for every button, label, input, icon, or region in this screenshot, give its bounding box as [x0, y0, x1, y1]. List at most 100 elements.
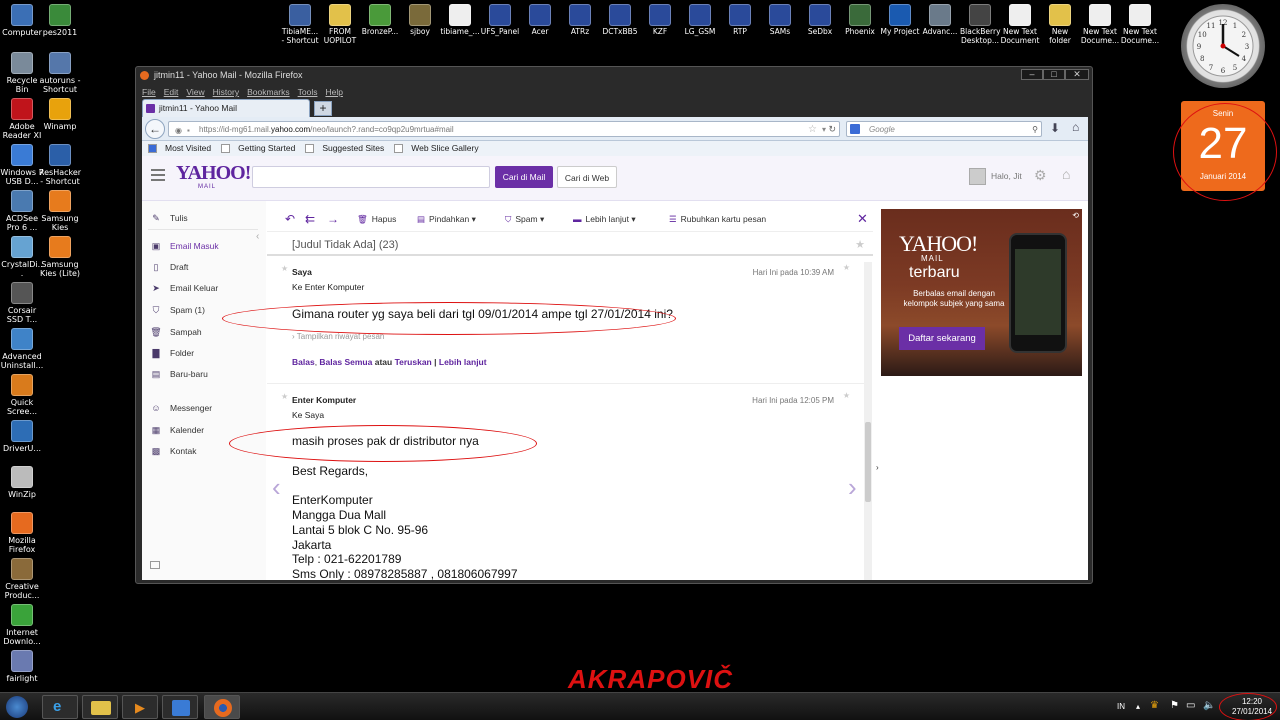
desktop-icon[interactable]: Mozilla Firefox — [0, 512, 44, 554]
reply-icon[interactable]: ↶ — [285, 206, 295, 232]
desktop-icon[interactable]: Acer — [520, 4, 560, 37]
star-icon[interactable]: ★ — [281, 392, 288, 401]
collapse-cards-button[interactable]: ☰ Rubuhkan kartu pesan — [669, 206, 766, 232]
start-button[interactable] — [6, 696, 28, 718]
taskbar-firefox-button[interactable] — [204, 695, 240, 719]
desktop-icon[interactable]: New Text Document — [1000, 4, 1040, 45]
forward-icon[interactable]: → — [327, 206, 339, 232]
avatar[interactable] — [969, 168, 986, 185]
taskbar-media-button[interactable]: ▶ — [122, 695, 158, 719]
bookmark-item[interactable]: Getting Started — [238, 143, 295, 153]
reload-icon[interactable]: ↻ — [828, 122, 836, 137]
tray-expand-icon[interactable]: ▴ — [1136, 702, 1140, 711]
reply-all-icon[interactable]: ⇇ — [305, 206, 315, 232]
sidebar-item-compose[interactable]: ✎ Tulis — [150, 210, 260, 226]
menu-item[interactable]: File — [142, 87, 156, 97]
desktop-icon[interactable]: SeDbx — [800, 4, 840, 37]
network-icon[interactable]: ▭ — [1186, 700, 1195, 711]
star-icon[interactable]: ★ — [843, 391, 850, 400]
message-sender[interactable]: Enter Komputer — [292, 395, 356, 405]
desktop-icon[interactable]: Advanced Uninstall... — [0, 328, 44, 370]
bookmark-item[interactable]: Suggested Sites — [322, 143, 384, 153]
desktop-icon[interactable]: tibiame_... — [440, 4, 480, 37]
menu-item[interactable]: History — [213, 87, 239, 97]
desktop-icon[interactable]: Advanc... — [920, 4, 960, 37]
sidebar-item-messenger[interactable]: ☺ Messenger — [150, 400, 260, 416]
desktop-icon[interactable]: ATRz — [560, 4, 600, 37]
desktop-icon[interactable]: SAMs — [760, 4, 800, 37]
desktop-icon[interactable]: ResHacker - Shortcut — [38, 144, 82, 186]
more-button[interactable]: ▬ Lebih lanjut ▾ — [573, 206, 636, 232]
maximize-button[interactable]: □ — [1043, 69, 1065, 80]
desktop-icon[interactable]: BlackBerry Desktop... — [960, 4, 1001, 45]
desktop-icon[interactable]: BronzeP... — [360, 4, 400, 37]
language-indicator[interactable]: IN — [1117, 702, 1125, 711]
desktop-icon[interactable]: DriverU... — [0, 420, 44, 453]
download-icon[interactable]: ⬇ — [1050, 121, 1060, 135]
spam-button[interactable]: ⛉ Spam ▾ — [505, 206, 544, 232]
greeting-text[interactable]: Halo, Jit — [991, 171, 1022, 181]
menu-item[interactable]: Edit — [164, 87, 179, 97]
next-message-icon[interactable]: › — [848, 472, 857, 503]
desktop-icon[interactable]: Samsung Kies (Lite) — [38, 236, 82, 278]
sidebar-item-draft[interactable]: ▯ Draft — [150, 259, 260, 275]
message-recipient[interactable]: Ke Saya — [292, 410, 324, 420]
close-window-button[interactable]: ✕ — [1065, 69, 1089, 80]
desktop-icon[interactable]: Samsung Kies — [38, 190, 82, 232]
move-button[interactable]: ▤ Pindahkan ▾ — [417, 206, 476, 232]
bookmark-item[interactable]: Web Slice Gallery — [411, 143, 478, 153]
desktop-icon[interactable]: UFS_Panel — [480, 4, 520, 37]
desktop-icon[interactable]: DCTxBB5 — [600, 4, 640, 37]
image-icon[interactable] — [150, 561, 160, 569]
menu-item[interactable]: View — [186, 87, 204, 97]
desktop-icon[interactable]: TibiaME... - Shortcut — [280, 4, 320, 45]
volume-icon[interactable]: 🔈 — [1203, 700, 1215, 711]
sidebar-item-inbox[interactable]: ▣ Email Masuk — [150, 238, 260, 254]
desktop-icon[interactable]: My Project — [880, 4, 920, 37]
search-input[interactable]: Google ⚲ — [846, 121, 1042, 137]
minimize-button[interactable]: – — [1021, 69, 1043, 80]
yahoo-logo[interactable]: YAHOO! — [176, 162, 251, 185]
desktop-icon[interactable]: Quick Scree... — [0, 374, 44, 416]
reply-link[interactable]: Balas — [292, 357, 315, 367]
dropdown-icon[interactable]: ▾ — [822, 122, 826, 137]
ad-close-icon[interactable]: ⟲ — [1072, 211, 1079, 220]
desktop-icon[interactable]: New Text Docume... — [1120, 4, 1160, 45]
desktop-icon[interactable]: pes2011 — [38, 4, 82, 37]
desktop-icon[interactable]: fairlight — [0, 650, 44, 683]
home-icon[interactable]: ⌂ — [1062, 166, 1070, 182]
previous-message-icon[interactable]: ‹ — [272, 472, 281, 503]
mail-search-input[interactable] — [252, 166, 490, 188]
collapse-sidebar-icon[interactable]: ‹ — [256, 231, 259, 242]
window-titlebar[interactable]: jitmin11 - Yahoo Mail - Mozilla Firefox — [136, 67, 1092, 84]
magnifier-icon[interactable]: ⚲ — [1032, 122, 1038, 137]
new-tab-button[interactable]: + — [314, 101, 332, 116]
desktop-icon[interactable]: autoruns - Shortcut — [38, 52, 82, 94]
taskbar-explorer-button[interactable] — [82, 695, 118, 719]
flag-icon[interactable]: ⚑ — [1170, 700, 1179, 711]
home-icon[interactable]: ⌂ — [1072, 120, 1079, 134]
back-button[interactable]: ← — [145, 119, 165, 139]
desktop-icon[interactable]: Creative Produc... — [0, 558, 44, 600]
taskbar-ie-button[interactable]: e — [42, 695, 78, 719]
menu-item[interactable]: Bookmarks — [247, 87, 290, 97]
tray-app-icon[interactable]: ♛ — [1150, 700, 1159, 711]
sidebar-item-sent[interactable]: ➤ Email Keluar — [150, 280, 260, 296]
close-icon[interactable]: ✕ — [857, 206, 868, 232]
reply-all-link[interactable]: Balas Semua — [319, 357, 372, 367]
scrollbar[interactable] — [864, 262, 872, 580]
bookmark-star-icon[interactable]: ☆ — [808, 122, 817, 137]
menu-item[interactable]: Tools — [298, 87, 318, 97]
desktop-icon[interactable]: RTP — [720, 4, 760, 37]
yahoo-mail-ad[interactable]: YAHOO! MAIL terbaru Berbalas email denga… — [881, 209, 1082, 376]
tab-yahoo-mail[interactable]: jitmin11 - Yahoo Mail — [142, 99, 310, 117]
scrollbar-thumb[interactable] — [865, 422, 871, 502]
desktop-icon[interactable]: Winamp — [38, 98, 82, 131]
expand-ad-icon[interactable]: › — [876, 463, 879, 472]
desktop-icon[interactable]: LG_GSM — [680, 4, 720, 37]
taskbar-app-button[interactable] — [162, 695, 198, 719]
star-icon[interactable]: ★ — [855, 234, 865, 256]
desktop-icon[interactable]: WinZip — [0, 466, 44, 499]
desktop-icon[interactable]: FROM UOPILOT — [320, 4, 360, 45]
star-icon[interactable]: ★ — [281, 264, 288, 273]
